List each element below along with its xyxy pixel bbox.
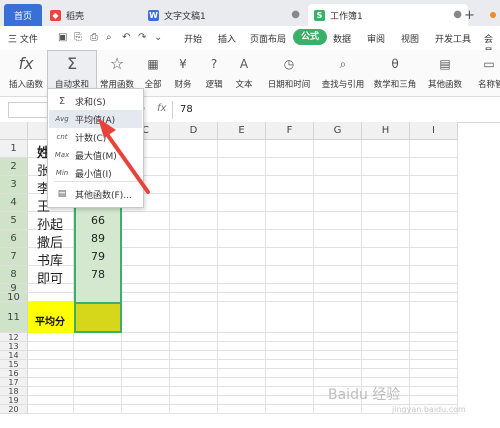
baidu-watermark-url: jingyan.baidu.com: [392, 405, 466, 414]
red-pointer-arrow: [98, 118, 150, 194]
baidu-watermark: Baidu 经验: [328, 387, 401, 403]
